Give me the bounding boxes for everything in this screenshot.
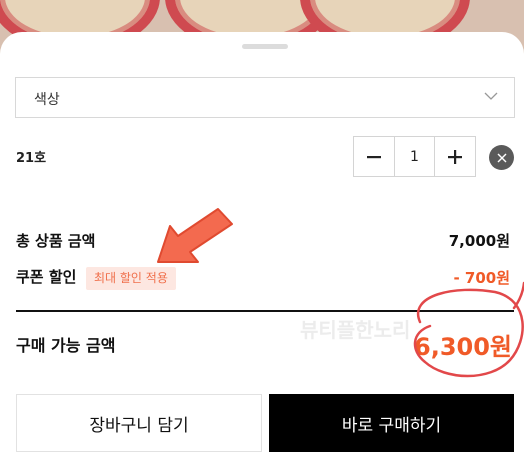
summary-divider [16, 310, 514, 312]
final-price-label: 구매 가능 금액 [16, 336, 116, 355]
quantity-value[interactable]: 1 [394, 137, 435, 176]
final-price-value: 6,300원 [414, 333, 512, 361]
selected-option-name: 21호 [16, 151, 47, 166]
sheet-drag-handle[interactable] [242, 44, 288, 49]
plus-icon [448, 149, 462, 164]
chevron-down-icon [484, 92, 498, 100]
close-icon [497, 153, 506, 162]
remove-option-button[interactable] [489, 145, 514, 170]
add-to-cart-button[interactable]: 장바구니 담기 [16, 394, 262, 452]
color-select-label: 색상 [34, 92, 60, 108]
total-price-label: 총 상품 금액 [16, 232, 96, 250]
purchase-sheet: 색상 21호 1 총 상품 금액 7,000원 쿠폰 할인 최대 할인 적용 -… [0, 32, 524, 462]
coupon-discount-value: - 700원 [453, 269, 510, 287]
max-discount-badge[interactable]: 최대 할인 적용 [86, 267, 176, 290]
minus-icon [367, 155, 381, 158]
decrease-quantity-button[interactable] [354, 137, 394, 176]
watermark: 뷰티플한노리 [300, 318, 411, 342]
coupon-discount-label: 쿠폰 할인 [16, 268, 77, 286]
color-select[interactable]: 색상 [15, 77, 515, 118]
buy-now-button[interactable]: 바로 구매하기 [269, 394, 514, 452]
quantity-stepper[interactable]: 1 [353, 136, 476, 177]
total-price-value: 7,000원 [448, 232, 510, 250]
increase-quantity-button[interactable] [435, 137, 475, 176]
